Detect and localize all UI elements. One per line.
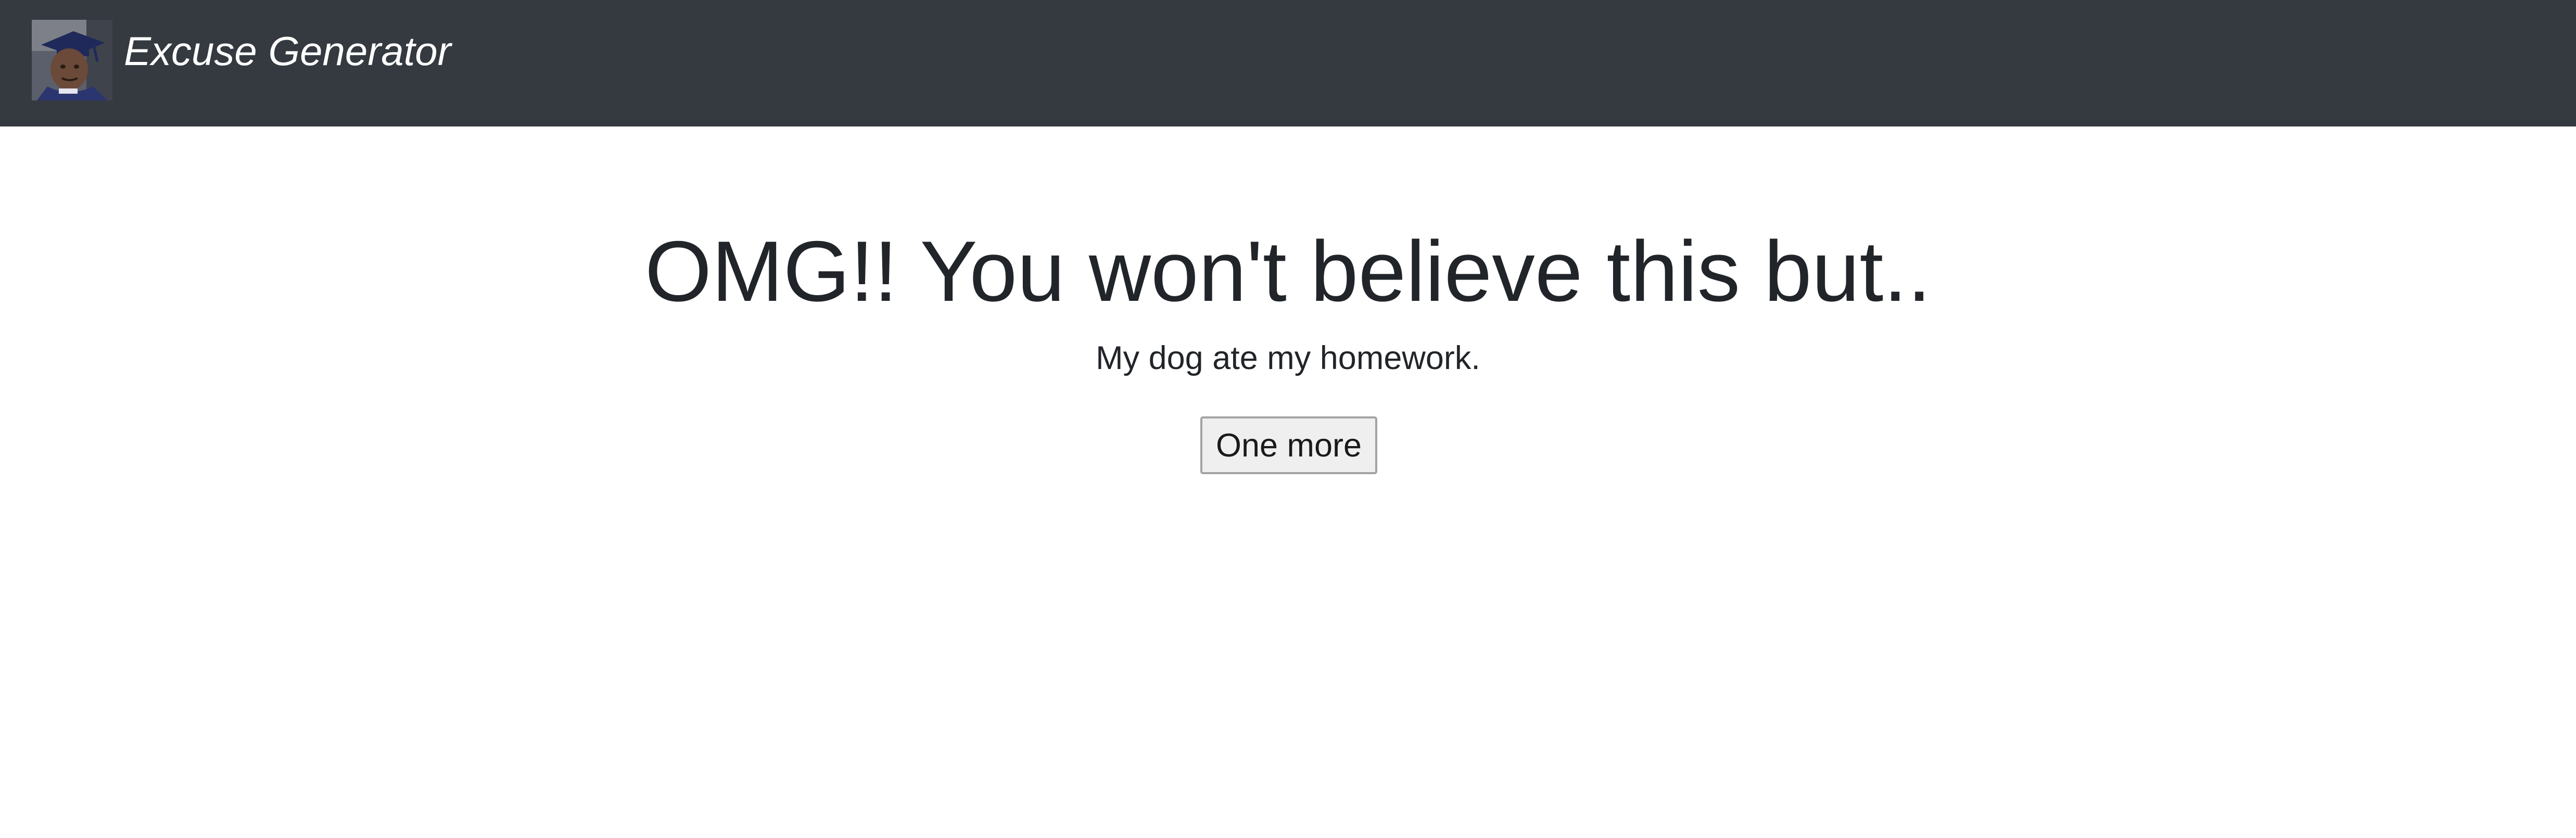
graduate-avatar-icon — [32, 20, 112, 100]
headline: OMG!! You won't believe this but.. — [644, 223, 1932, 319]
brand-logo-avatar[interactable] — [32, 20, 112, 100]
main-content: OMG!! You won't believe this but.. My do… — [0, 126, 2576, 838]
brand-name[interactable]: Excuse Generator — [124, 25, 451, 77]
one-more-button[interactable]: One more — [1200, 416, 1377, 474]
excuse-text: My dog ate my homework. — [1096, 340, 1480, 376]
navbar: Excuse Generator — [0, 0, 2576, 126]
